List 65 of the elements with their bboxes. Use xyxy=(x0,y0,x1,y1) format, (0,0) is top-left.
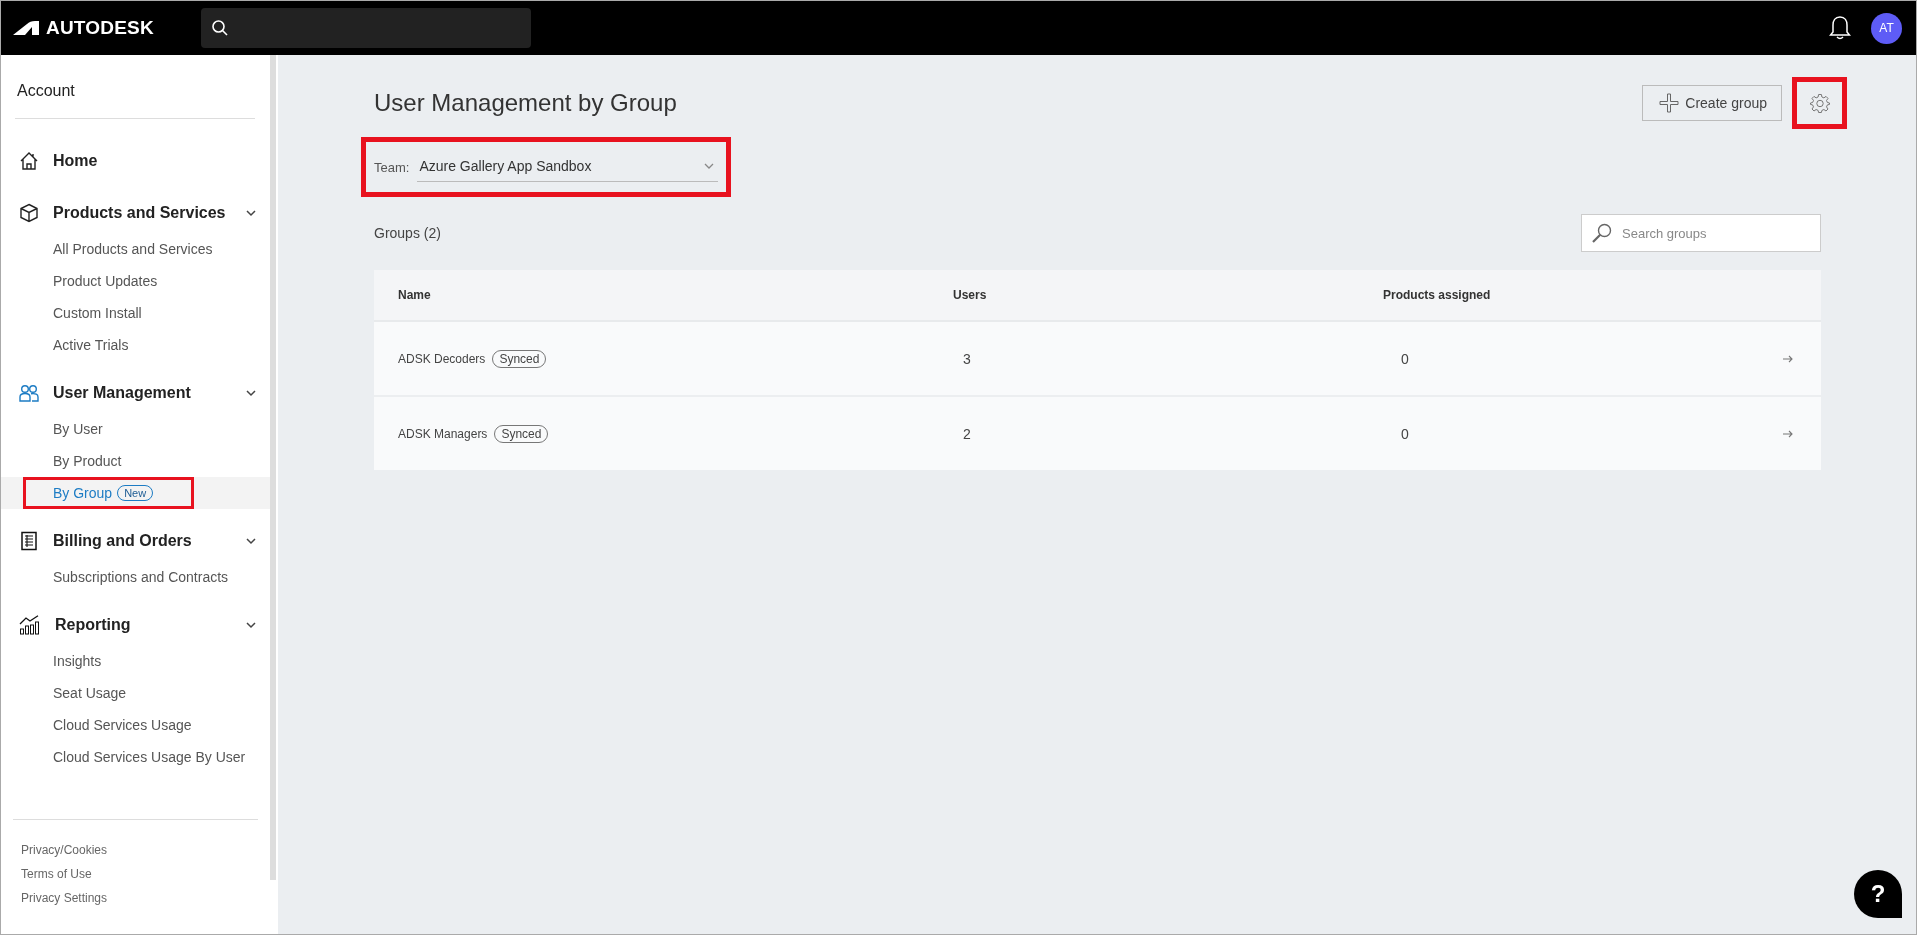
search-field[interactable] xyxy=(201,8,531,48)
arrow-icon[interactable] xyxy=(1783,429,1793,438)
column-header: Name xyxy=(397,288,432,302)
sidebar-link[interactable]: Product Updates xyxy=(23,265,167,297)
settings-button[interactable] xyxy=(1792,77,1847,129)
settings-icon xyxy=(1809,93,1830,113)
sidebar-link[interactable]: By Group New xyxy=(23,477,195,509)
section-label: Reporting xyxy=(55,616,132,634)
search-icon xyxy=(211,19,229,37)
table-cell: 3 xyxy=(963,350,971,367)
group-name: ADSK Managers xyxy=(398,426,488,441)
house-icon xyxy=(19,151,39,171)
sidebar-link[interactable]: Cloud Services Usage xyxy=(23,709,201,741)
sidebar-link[interactable]: Insights xyxy=(23,645,111,677)
users-icon xyxy=(19,383,39,403)
sidebar-section[interactable]: Reporting xyxy=(1,605,270,645)
team-label: Team: xyxy=(374,159,410,175)
sidebar-section[interactable]: Products and Services xyxy=(1,193,270,233)
bell-icon[interactable] xyxy=(1829,15,1851,41)
groups-count: Groups (2) xyxy=(374,225,441,241)
sidebar-link[interactable]: Seat Usage xyxy=(23,677,136,709)
sidebar-link[interactable]: By User xyxy=(23,413,112,445)
chevron-icon[interactable] xyxy=(246,209,256,217)
sidebar-section[interactable]: User Management xyxy=(1,373,270,413)
logo-text: AUTODESK xyxy=(46,17,154,39)
table-cell: 0 xyxy=(1401,350,1409,367)
sidebar-link[interactable]: Cloud Services Usage By User xyxy=(23,741,255,773)
chevron-icon[interactable] xyxy=(246,621,256,629)
chevron-icon[interactable] xyxy=(246,389,256,397)
sidebar-link[interactable]: Custom Install xyxy=(23,297,151,329)
avatar[interactable]: AT xyxy=(1871,12,1902,44)
create-group-button[interactable]: Create group xyxy=(1642,85,1782,121)
sidebar-link[interactable]: Active Trials xyxy=(23,329,138,361)
table-cell: 0 xyxy=(1401,425,1409,442)
footer-link[interactable]: Privacy Settings xyxy=(1,886,270,910)
arrow-icon[interactable] xyxy=(1783,354,1793,363)
sidebar-link[interactable]: All Products and Services xyxy=(23,233,222,265)
page-title: User Management by Group xyxy=(374,89,678,117)
plus-icon xyxy=(1659,93,1680,113)
sidebar-link[interactable]: By Product xyxy=(23,445,131,477)
column-header: Products assigned xyxy=(1383,288,1492,302)
help-button[interactable]: ? xyxy=(1854,870,1902,918)
search-field[interactable]: Search groups xyxy=(1581,214,1821,252)
cube-icon xyxy=(19,203,39,223)
section-label: Products and Services xyxy=(53,204,227,222)
ledger-icon xyxy=(19,531,39,551)
logo-icon xyxy=(13,21,39,35)
footer-link[interactable]: Terms of Use xyxy=(1,862,270,886)
table-row[interactable]: ADSK Decoders Synced 3 0 xyxy=(374,322,1821,397)
section-label: Billing and Orders xyxy=(53,532,193,550)
column-header: Users xyxy=(953,288,988,302)
team-dropdown[interactable]: Azure Gallery App Sandbox xyxy=(417,152,718,182)
sidebar-section[interactable]: Billing and Orders xyxy=(1,521,270,561)
bar-chart-icon xyxy=(19,615,41,635)
section-label: Home xyxy=(53,152,99,170)
footer-link[interactable]: Privacy/Cookies xyxy=(1,838,270,862)
table-cell: 2 xyxy=(963,425,971,442)
table-row[interactable]: ADSK Managers Synced 2 0 xyxy=(374,397,1821,470)
chevron-icon xyxy=(704,162,714,170)
sidebar-link[interactable]: Subscriptions and Contracts xyxy=(23,561,238,593)
section-label: User Management xyxy=(53,384,192,402)
chevron-icon[interactable] xyxy=(246,537,256,545)
group-name: ADSK Decoders xyxy=(398,351,486,366)
sidebar-title: Account xyxy=(16,81,76,101)
sidebar-section[interactable]: Home xyxy=(1,141,270,181)
